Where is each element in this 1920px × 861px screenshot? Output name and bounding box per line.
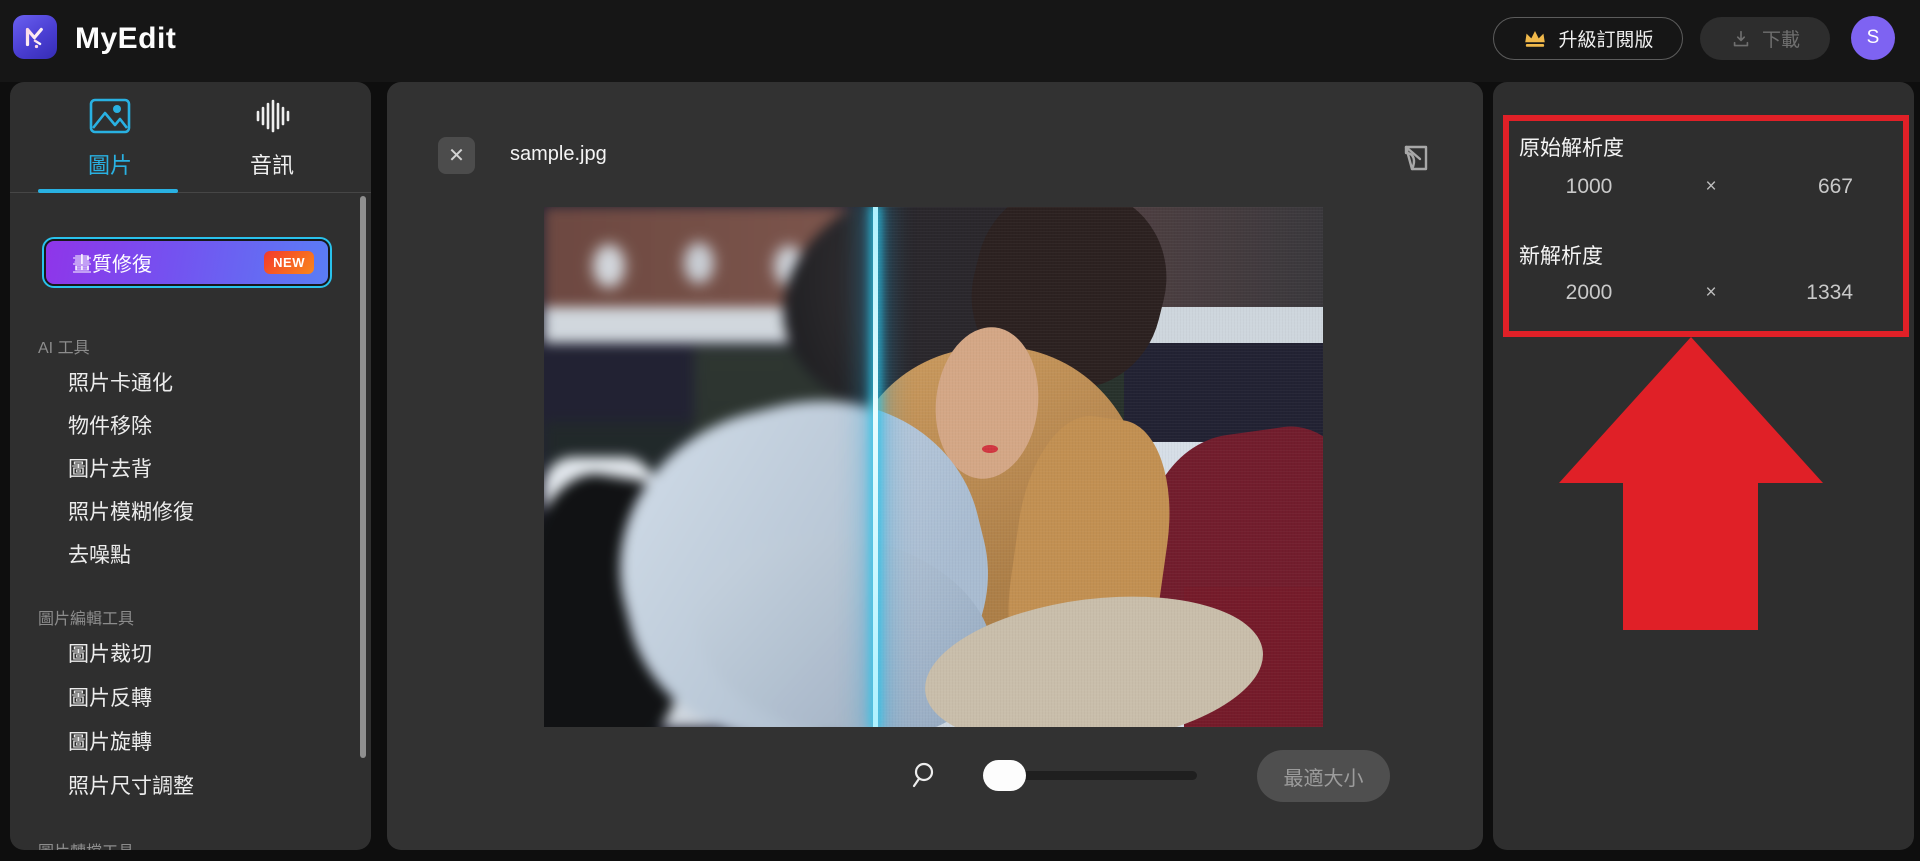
file-name: sample.jpg <box>510 143 607 166</box>
topbar: MyEdit 升級訂閱版 下載 S <box>0 0 1920 82</box>
preview-image[interactable] <box>544 207 1323 727</box>
download-button-label: 下載 <box>1762 25 1800 52</box>
after-half-sharp <box>877 207 1323 727</box>
before-half-blurry <box>544 207 877 727</box>
sidebar-item-photo-resize[interactable]: 照片尺寸調整 <box>10 765 371 809</box>
fit-size-button[interactable]: 最適大小 <box>1257 750 1390 802</box>
annotation-rectangle <box>1503 115 1909 337</box>
zoom-slider-thumb[interactable] <box>983 760 1026 791</box>
close-icon: ✕ <box>448 143 465 168</box>
magnifier-icon <box>911 760 941 790</box>
sidebar-item-denoise[interactable]: 去噪點 <box>10 534 371 577</box>
tab-audio-label: 音訊 <box>250 148 294 180</box>
sidebar-scrollbar-thumb[interactable] <box>360 196 366 758</box>
sidebar-item-image-crop[interactable]: 圖片裁切 <box>10 633 371 677</box>
upgrade-subscription-button[interactable]: 升級訂閱版 <box>1493 17 1683 60</box>
before-after-divider-handle[interactable] <box>873 207 878 727</box>
download-button[interactable]: 下載 <box>1700 17 1830 60</box>
photo-scene <box>544 207 877 727</box>
sidebar-item-photo-cartoonize[interactable]: 照片卡通化 <box>10 362 371 405</box>
image-edit-tools-list: 圖片裁切 圖片反轉 圖片旋轉 照片尺寸調整 <box>10 633 371 809</box>
audio-tab-icon <box>251 98 293 134</box>
section-title-image-edit-tools: 圖片編輯工具 <box>38 605 134 629</box>
avatar-initial: S <box>1867 27 1880 49</box>
sidebar-item-object-removal[interactable]: 物件移除 <box>10 405 371 448</box>
active-tab-underline <box>38 189 178 193</box>
user-avatar[interactable]: S <box>1851 16 1895 60</box>
quality-restore-inner: 畫質修復 NEW <box>46 241 328 284</box>
page-curl-compare-button[interactable] <box>1397 140 1433 176</box>
myedit-logo-icon[interactable] <box>13 15 57 59</box>
tab-audio[interactable]: 音訊 <box>202 98 342 180</box>
sidebar-item-background-removal[interactable]: 圖片去背 <box>10 448 371 491</box>
sidebar: 圖片 音訊 畫質修復 NEW AI 工具 照片卡通化 物件移除 圖片去背 照片模… <box>10 82 371 850</box>
close-file-button[interactable]: ✕ <box>438 137 475 174</box>
ai-tools-list: 照片卡通化 物件移除 圖片去背 照片模糊修復 去噪點 <box>10 362 371 577</box>
section-title-ai-tools: AI 工具 <box>38 334 90 358</box>
new-badge: NEW <box>264 251 314 274</box>
sidebar-item-image-flip[interactable]: 圖片反轉 <box>10 677 371 721</box>
resolution-panel: 原始解析度 1000 × 667 新解析度 2000 × 1334 <box>1493 82 1914 850</box>
tab-image[interactable]: 圖片 <box>40 98 180 180</box>
crown-icon <box>1522 28 1548 50</box>
noise-overlay <box>877 207 1323 727</box>
tab-image-label: 圖片 <box>88 148 132 180</box>
image-tab-icon <box>89 98 131 134</box>
quality-restore-button[interactable]: 畫質修復 NEW <box>42 237 332 288</box>
section-title-image-convert-tools: 圖片轉檔工具 <box>38 838 134 850</box>
download-icon <box>1730 28 1752 50</box>
sidebar-item-photo-deblur[interactable]: 照片模糊修復 <box>10 491 371 534</box>
upgrade-button-label: 升級訂閱版 <box>1558 25 1653 52</box>
editor-canvas: ✕ sample.jpg <box>387 82 1483 850</box>
sidebar-item-image-rotate[interactable]: 圖片旋轉 <box>10 721 371 765</box>
quality-restore-label: 畫質修復 <box>72 248 152 277</box>
fit-size-label: 最適大小 <box>1284 762 1364 791</box>
page-curl-icon <box>1397 140 1433 176</box>
logo-m-glyph <box>20 22 50 52</box>
app-title: MyEdit <box>75 22 176 56</box>
